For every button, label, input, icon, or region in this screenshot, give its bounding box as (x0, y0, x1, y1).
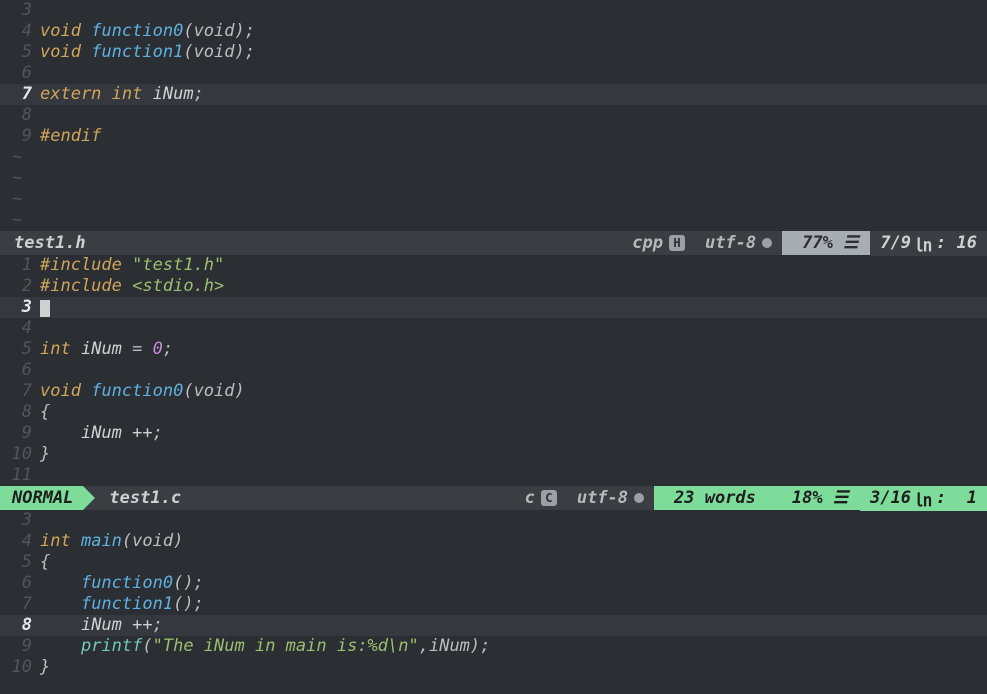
line-number: 3 (0, 0, 40, 21)
statusbar-pane1: test1.h cpp H utf-8 77% ☰ 7/9㏑: 16 (0, 231, 987, 255)
code-line: 3 (0, 510, 987, 531)
line-number: 9 (0, 636, 40, 657)
code-line: 5 int iNum = 0; (0, 339, 987, 360)
code-line-current: 3 (0, 297, 987, 318)
line-number: 8 (0, 615, 40, 636)
code-line: 5 { (0, 552, 987, 573)
line-number: 10 (0, 657, 40, 678)
empty-line-tilde: ~ (0, 189, 987, 210)
line-number: 6 (0, 63, 40, 84)
empty-line-tilde: ~ (0, 168, 987, 189)
position-segment: 7/9㏑: 16 (870, 231, 987, 256)
code-line: 7 function1(); (0, 594, 987, 615)
code-line: 4 (0, 318, 987, 339)
code-line: 6 (0, 63, 987, 84)
line-number: 5 (0, 42, 40, 63)
statusbar-pane2-active: NORMAL test1.c c C utf-8 23 words 18% ☰ … (0, 486, 987, 510)
mode-indicator: NORMAL (0, 486, 83, 510)
position-segment: 3/16㏑: 1 (860, 486, 987, 511)
empty-line-tilde: ~ (0, 210, 987, 231)
filetype-indicator: c C (515, 488, 567, 508)
line-number: 7 (0, 594, 40, 615)
editor-pane-source-bottom[interactable]: 3 4 int main(void) 5 { 6 function0(); 7 … (0, 510, 987, 678)
line-number: 4 (0, 21, 40, 42)
code-line: 5 void function1(void); (0, 42, 987, 63)
code-line: 1 #include "test1.h" (0, 255, 987, 276)
editor-pane-header[interactable]: 3 4 void function0(void); 5 void functio… (0, 0, 987, 231)
line-number: 10 (0, 444, 40, 465)
code-line: 7 void function0(void) (0, 381, 987, 402)
code-line: 9 iNum ++; (0, 423, 987, 444)
line-number: 5 (0, 339, 40, 360)
code-line: 11 (0, 465, 987, 486)
statusbar-filename: test1.c (83, 488, 191, 508)
line-number: 4 (0, 531, 40, 552)
line-number: 2 (0, 276, 40, 297)
line-number: 11 (0, 465, 40, 486)
code-line: 10 } (0, 444, 987, 465)
code-line: 9 printf("The iNum in main is:%d\n",iNum… (0, 636, 987, 657)
encoding-indicator: utf-8 (695, 233, 782, 253)
filetype-badge-icon: H (669, 235, 685, 251)
code-line: 4 void function0(void); (0, 21, 987, 42)
code-line: 6 (0, 360, 987, 381)
line-number: 9 (0, 423, 40, 444)
wordcount-segment: 23 words (654, 486, 768, 510)
code-line-current: 7 extern int iNum; (0, 84, 987, 105)
percent-segment: 18% ☰ (768, 486, 860, 510)
line-number: 3 (0, 510, 40, 531)
filetype-badge-icon: C (541, 490, 557, 506)
line-number: 3 (0, 297, 40, 318)
line-number: 4 (0, 318, 40, 339)
line-number: 7 (0, 381, 40, 402)
code-line: 2 #include <stdio.h> (0, 276, 987, 297)
line-number: 6 (0, 360, 40, 381)
cursor-icon (40, 300, 50, 317)
statusbar-filename: test1.h (0, 233, 100, 253)
line-icon: ㏑ (915, 486, 932, 511)
code-line: 8 { (0, 402, 987, 423)
line-number: 5 (0, 552, 40, 573)
line-number: 7 (0, 84, 40, 105)
line-number: 9 (0, 126, 40, 147)
encoding-dot-icon (634, 493, 644, 503)
percent-segment: 77% ☰ (782, 231, 870, 255)
line-icon: ㏑ (915, 231, 932, 256)
encoding-dot-icon (762, 238, 772, 248)
empty-line-tilde: ~ (0, 147, 987, 168)
encoding-indicator: utf-8 (567, 488, 654, 508)
filetype-indicator: cpp H (622, 233, 695, 253)
code-line: 6 function0(); (0, 573, 987, 594)
code-line-current: 8 iNum ++; (0, 615, 987, 636)
code-line: 8 (0, 105, 987, 126)
line-number: 6 (0, 573, 40, 594)
code-line: 4 int main(void) (0, 531, 987, 552)
line-number: 8 (0, 402, 40, 423)
line-number: 1 (0, 255, 40, 276)
line-number: 8 (0, 105, 40, 126)
code-line: 9 #endif (0, 126, 987, 147)
code-line: 3 (0, 0, 987, 21)
code-line: 10 } (0, 657, 987, 678)
editor-pane-source-top[interactable]: 1 #include "test1.h" 2 #include <stdio.h… (0, 255, 987, 486)
